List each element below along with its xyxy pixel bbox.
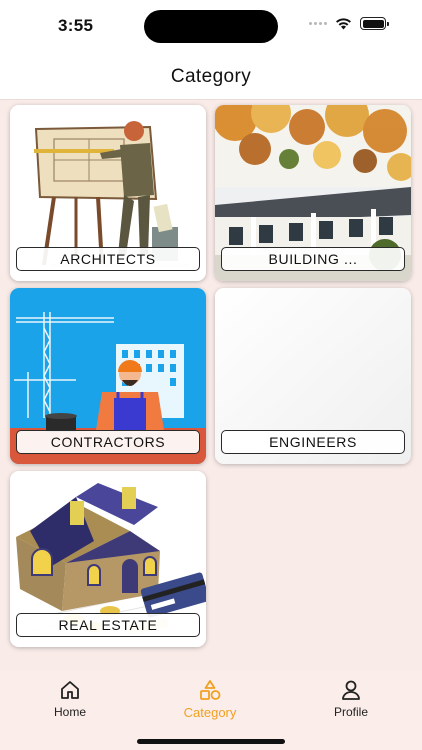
status-time: 3:55 (58, 16, 94, 35)
category-label: CONTRACTORS (16, 430, 200, 454)
category-label: ARCHITECTS (16, 247, 200, 271)
tab-profile[interactable]: Profile (301, 678, 401, 719)
dynamic-island (144, 10, 278, 43)
shapes-icon (200, 680, 221, 700)
battery-icon (360, 17, 389, 30)
category-card-contractors[interactable]: CONTRACTORS (10, 288, 206, 464)
category-label: ENGINEERS (221, 430, 405, 454)
home-icon (61, 681, 79, 699)
person-icon (342, 680, 360, 700)
cellular-signal-icon (309, 22, 327, 25)
tab-category[interactable]: Category (160, 678, 260, 720)
status-icons (309, 17, 389, 30)
tab-home[interactable]: Home (20, 678, 120, 719)
status-bar: 3:55 (0, 0, 422, 54)
wifi-icon (336, 18, 351, 30)
category-card-real-estate[interactable]: REAL ESTATE (10, 471, 206, 647)
tab-label: Category (183, 705, 237, 720)
tab-bar: Home Category Profile (0, 670, 422, 750)
category-card-architects[interactable]: ARCHITECTS (10, 105, 206, 281)
home-indicator[interactable] (137, 739, 285, 744)
category-card-building[interactable]: BUILDING ... (215, 105, 411, 281)
navigation-bar: Category (0, 54, 422, 100)
category-card-engineers[interactable]: ENGINEERS (215, 288, 411, 464)
tab-label: Profile (333, 705, 368, 719)
category-label: BUILDING ... (221, 247, 405, 271)
tab-label: Home (53, 705, 86, 719)
category-label: REAL ESTATE (16, 613, 200, 637)
page-title: Category (170, 66, 252, 87)
